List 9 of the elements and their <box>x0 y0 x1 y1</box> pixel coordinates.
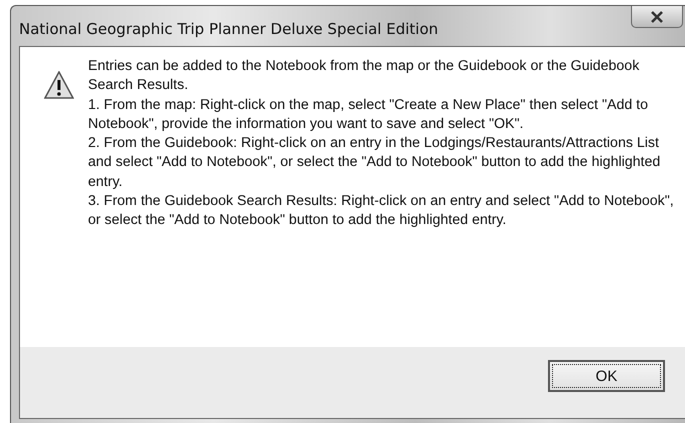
window-title: National Geographic Trip Planner Deluxe Special Edition <box>19 20 438 38</box>
warning-icon <box>44 71 74 99</box>
close-icon <box>650 10 664 22</box>
ok-button[interactable]: OK <box>548 360 665 392</box>
close-button[interactable] <box>631 6 683 28</box>
message-paragraph: 1. From the map: Right-click on the map, select "Create a New Place" then select "Add to Notebook", provide the information you want to save and select "OK". <box>88 96 650 134</box>
message-paragraph: 2. From the Guidebook: Right-click on an entry in the Lodgings/Restaurants/Attractions List and select "Add to Notebook", or select the "Add to Notebook" button to add the highlighted entry. <box>88 134 662 192</box>
message-paragraph: Entries can be added to the Notebook from the map or the Guidebook or the Guidebook Search Results. <box>88 57 640 96</box>
message-paragraph: 3. From the Guidebook Search Results: Right-click on an entry and select "Add to Notebook", or select the "Add to Notebook" button to add the highlighted entry. <box>88 192 675 230</box>
